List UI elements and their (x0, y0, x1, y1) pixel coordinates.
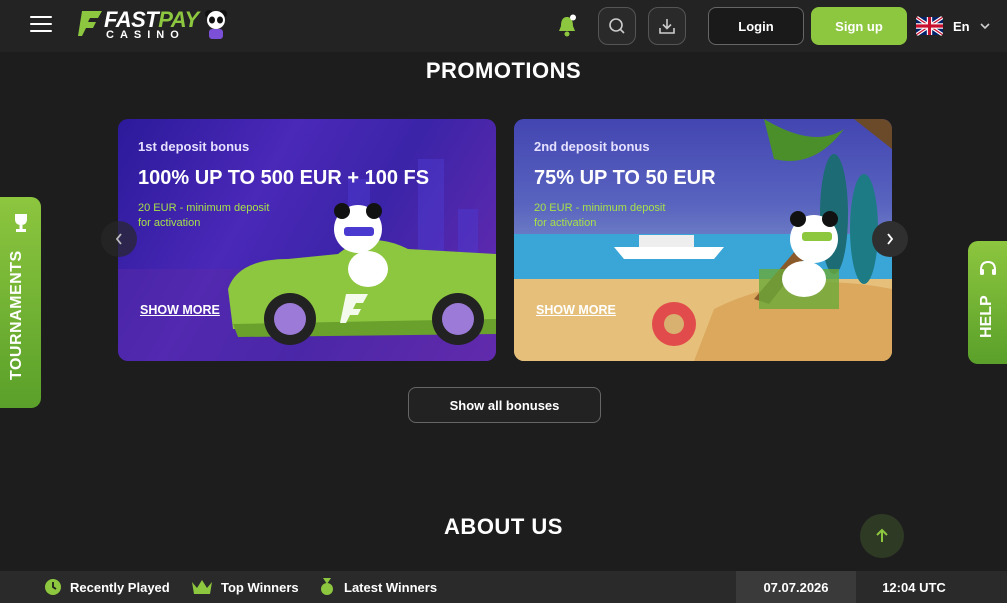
card-min-line: for activation (138, 217, 201, 229)
clock-icon (45, 579, 61, 595)
help-tab[interactable]: HELP (968, 241, 1007, 364)
carousel-prev-button[interactable] (101, 221, 137, 257)
promotions-title: PROMOTIONS (425, 58, 582, 83)
card-min-line: for activation (534, 217, 597, 229)
recently-played-label: Recently Played (70, 579, 170, 595)
card-title: 75% UP TO 50 EUR (534, 167, 716, 189)
crown-icon (192, 580, 212, 594)
show-more-link[interactable]: SHOW MORE (140, 303, 220, 317)
show-all-bonuses-button[interactable]: Show all bonuses (408, 387, 601, 423)
download-button[interactable] (648, 7, 686, 45)
medal-icon (321, 578, 333, 595)
recently-played-button[interactable]: Recently Played (44, 571, 170, 603)
menu-icon[interactable] (30, 16, 52, 34)
search-button[interactable] (598, 7, 636, 45)
logo-subtext: CASINO (106, 29, 185, 41)
trophy-icon (15, 214, 27, 232)
card-min-deposit: 20 EUR - minimum deposit for activation (534, 201, 704, 231)
headset-icon (980, 260, 996, 275)
bell-icon[interactable] (556, 14, 578, 38)
download-icon (659, 19, 675, 34)
time-display: 12:04 UTC (882, 579, 946, 595)
logo-mark-icon (78, 11, 102, 36)
date-display: 07.07.2026 (736, 571, 856, 603)
beach-panda-illustration (514, 119, 892, 361)
arrow-up-icon (876, 528, 888, 542)
uk-flag-icon (916, 16, 943, 36)
help-label: HELP (978, 295, 995, 338)
about-title: ABOUT US (444, 514, 563, 539)
language-label: En (953, 18, 970, 34)
panda-icon (205, 10, 227, 39)
card-subtitle: 2nd deposit bonus (534, 139, 650, 154)
chevron-right-icon (887, 233, 894, 245)
promo-card-2[interactable]: 2nd deposit bonus 75% UP TO 50 EUR 20 EU… (514, 119, 892, 361)
login-button[interactable]: Login (708, 7, 804, 45)
bottom-bar: Recently Played Top Winners Latest Winne… (0, 571, 1007, 603)
card-title: 100% UP TO 500 EUR + 100 FS (138, 167, 430, 189)
card-min-line: 20 EUR - minimum deposit (534, 202, 666, 214)
chevron-down-icon (980, 23, 990, 30)
top-winners-label: Top Winners (221, 579, 299, 595)
latest-winners-label: Latest Winners (344, 579, 438, 595)
search-icon (609, 18, 625, 34)
chevron-left-icon (115, 233, 122, 245)
scroll-to-top-button[interactable] (860, 514, 904, 558)
top-winners-button[interactable]: Top Winners (191, 571, 299, 603)
header: FASTPAY CASINO Login Sign up En (0, 0, 1007, 52)
carousel-next-button[interactable] (872, 221, 908, 257)
show-more-link[interactable]: SHOW MORE (536, 303, 616, 317)
promo-card-1[interactable]: 1st deposit bonus 100% UP TO 500 EUR + 1… (118, 119, 496, 361)
tournaments-label: TOURNAMENTS (8, 250, 25, 380)
card-subtitle: 1st deposit bonus (138, 139, 250, 154)
logo[interactable]: FASTPAY CASINO (78, 7, 228, 45)
card-min-deposit: 20 EUR - minimum deposit for activation (138, 201, 308, 231)
latest-winners-button[interactable]: Latest Winners (318, 571, 437, 603)
car-panda-illustration (118, 159, 496, 361)
language-selector[interactable]: En (916, 15, 990, 37)
card-min-line: 20 EUR - minimum deposit (138, 202, 270, 214)
tournaments-tab[interactable]: TOURNAMENTS (0, 197, 41, 408)
signup-button[interactable]: Sign up (811, 7, 907, 45)
